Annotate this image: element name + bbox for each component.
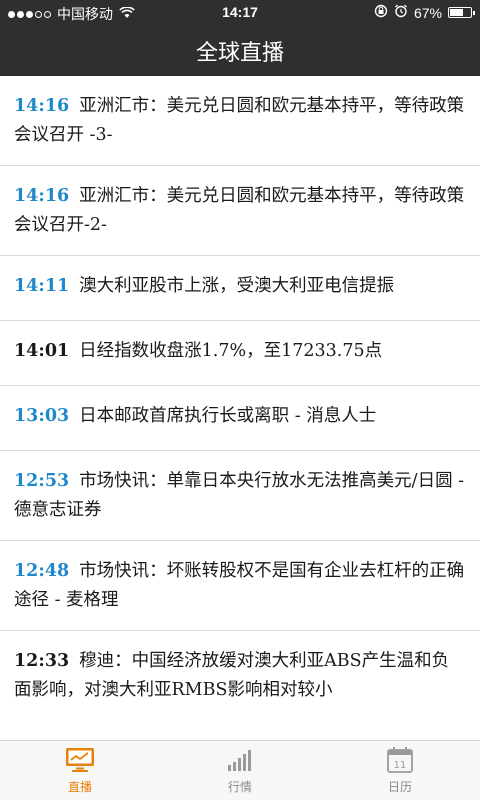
tab-bar: 直播 行情 11 日历 xyxy=(0,740,480,800)
news-text: 亚洲汇市：美元兑日圆和欧元基本持平，等待政策会议召开-2- xyxy=(14,186,465,235)
tab-calendar[interactable]: 11 日历 xyxy=(320,741,480,800)
page-title: 全球直播 xyxy=(195,41,284,66)
news-item[interactable]: 14:16 亚洲汇市：美元兑日圆和欧元基本持平，等待政策会议召开 -3- xyxy=(0,76,480,166)
news-item[interactable]: 14:01 日经指数收盘涨1.7%，至17233.75点 xyxy=(0,321,480,386)
news-item[interactable]: 12:33 穆迪：中国经济放缓对澳大利亚ABS产生温和负面影响，对澳大利亚RMBS… xyxy=(0,631,480,721)
news-time: 14:01 xyxy=(14,341,70,361)
monitor-icon xyxy=(65,746,95,774)
news-item[interactable]: 12:48 市场快讯：坏账转股权不是国有企业去杠杆的正确途径 - 麦格理 xyxy=(0,541,480,631)
news-item[interactable]: 14:11 澳大利亚股市上涨，受澳大利亚电信提振 xyxy=(0,256,480,321)
news-time: 12:48 xyxy=(14,561,70,581)
news-text: 穆迪：中国经济放缓对澳大利亚ABS产生温和负面影响，对澳大利亚RMBS影响相对较… xyxy=(14,651,450,700)
news-time: 14:11 xyxy=(14,276,70,296)
news-text: 澳大利亚股市上涨，受澳大利亚电信提振 xyxy=(79,276,395,296)
rotation-lock-icon xyxy=(374,4,388,21)
news-time: 13:03 xyxy=(14,406,70,426)
status-bar: 中国移动 14:17 67% xyxy=(0,0,480,26)
news-text: 市场快讯：单靠日本央行放水无法推高美元/日圆 - 德意志证券 xyxy=(14,471,465,520)
news-text: 日经指数收盘涨1.7%，至17233.75点 xyxy=(79,341,383,361)
news-text: 日本邮政首席执行长或离职 - 消息人士 xyxy=(79,406,377,426)
tab-market-label: 行情 xyxy=(227,780,252,794)
news-text: 亚洲汇市：美元兑日圆和欧元基本持平，等待政策会议召开 -3- xyxy=(14,96,465,145)
tab-live-label: 直播 xyxy=(67,780,92,794)
calendar-icon: 11 xyxy=(386,746,414,774)
calendar-icon-day: 11 xyxy=(394,760,407,771)
battery-icon xyxy=(448,7,475,18)
tab-calendar-label: 日历 xyxy=(387,780,412,794)
bar-chart-icon xyxy=(226,746,254,774)
battery-percent: 67% xyxy=(413,4,442,21)
news-time: 12:33 xyxy=(14,651,70,671)
news-time: 14:16 xyxy=(14,96,70,116)
alarm-clock-icon xyxy=(394,4,408,21)
news-item[interactable]: 13:03 日本邮政首席执行长或离职 - 消息人士 xyxy=(0,386,480,451)
tab-live[interactable]: 直播 xyxy=(0,741,160,800)
nav-bar: 全球直播 xyxy=(0,26,480,76)
news-time: 14:16 xyxy=(14,186,70,206)
news-feed[interactable]: 14:16 亚洲汇市：美元兑日圆和欧元基本持平，等待政策会议召开 -3- 14:1… xyxy=(0,76,480,740)
news-text: 市场快讯：坏账转股权不是国有企业去杠杆的正确途径 - 麦格理 xyxy=(14,561,465,610)
news-time: 12:53 xyxy=(14,471,70,491)
news-item[interactable]: 12:53 市场快讯：单靠日本央行放水无法推高美元/日圆 - 德意志证券 xyxy=(0,451,480,541)
tab-market[interactable]: 行情 xyxy=(160,741,320,800)
news-item[interactable]: 14:16 亚洲汇市：美元兑日圆和欧元基本持平，等待政策会议召开-2- xyxy=(0,166,480,256)
